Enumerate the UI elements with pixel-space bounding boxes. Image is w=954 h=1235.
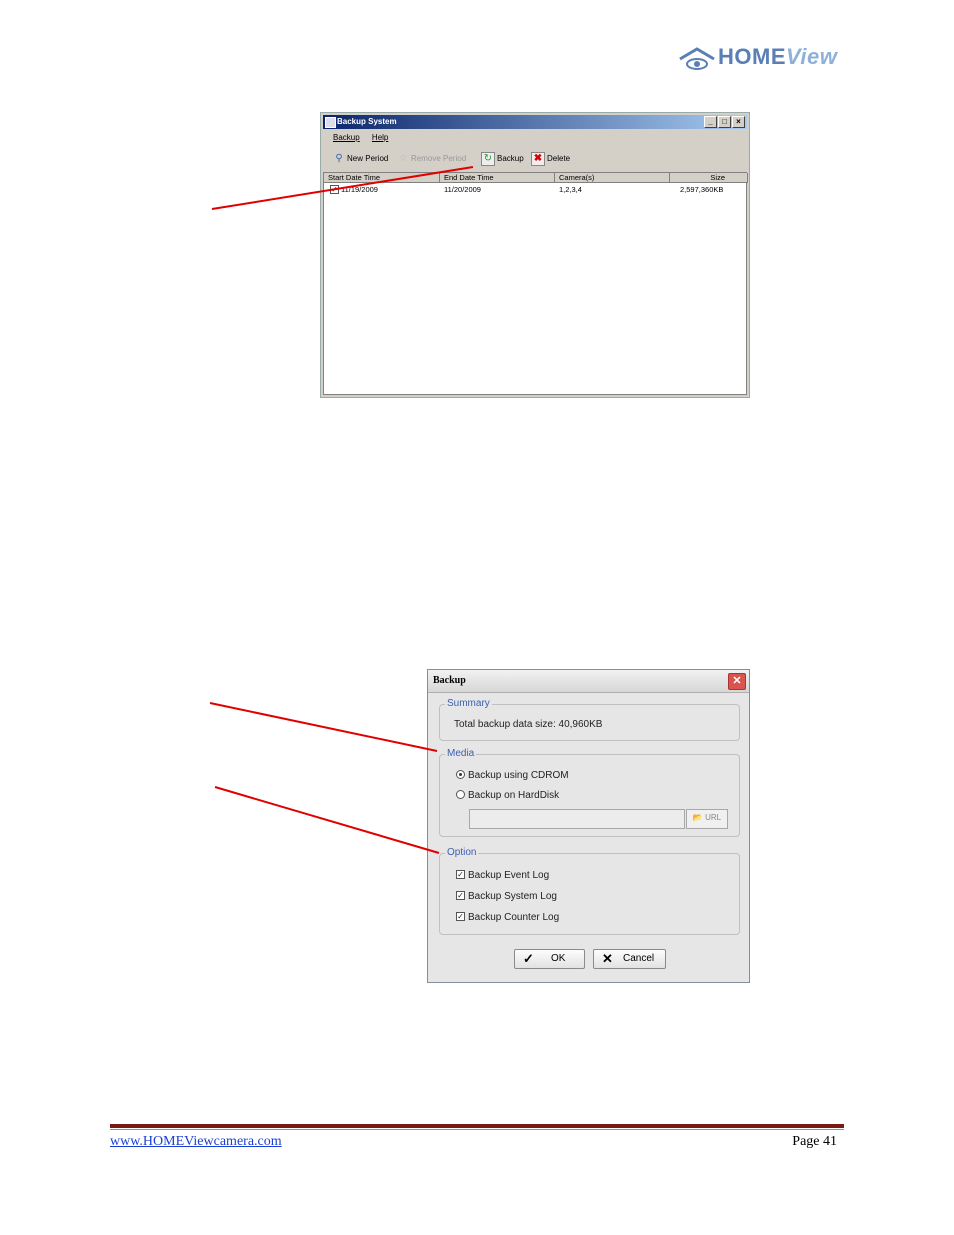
toolbar: ⚲ New Period ☆ Remove Period ↻ Backup ✖ Dele… [323, 147, 747, 171]
new-period-button[interactable]: ⚲ New Period [333, 149, 388, 169]
col-size[interactable]: Size [670, 173, 748, 183]
cdrom-radio[interactable]: Backup using CDROM [456, 769, 569, 782]
event-log-label: Backup Event Log [468, 870, 550, 881]
cell-cameras: 1,2,3,4 [559, 185, 582, 194]
checkmark-icon: ✓ [523, 951, 534, 966]
app-icon [325, 117, 336, 128]
backup-dialog-titlebar: Backup ✕ [428, 670, 749, 693]
checkbox-checked-icon: ✓ [456, 869, 465, 879]
event-log-checkbox[interactable]: ✓ Backup Event Log [456, 869, 550, 882]
backup-dialog: Backup ✕ Summary Total backup data size:… [427, 669, 750, 983]
counter-log-checkbox[interactable]: ✓ Backup Counter Log [456, 911, 560, 924]
menu-backup[interactable]: Backup [333, 133, 360, 142]
callout-line-option [214, 786, 440, 854]
minimize-icon[interactable]: _ [704, 116, 717, 128]
backup-label: Backup [497, 154, 524, 163]
maximize-icon[interactable]: □ [718, 116, 731, 128]
summary-text: Total backup data size: 40,960KB [454, 719, 603, 730]
cancel-label: Cancel [623, 953, 655, 964]
url-button-label: URL [705, 813, 722, 822]
page-number: Page 41 [792, 1134, 837, 1149]
folder-icon: 📂 [692, 813, 703, 822]
cdrom-radio-label: Backup using CDROM [468, 770, 569, 781]
counter-log-label: Backup Counter Log [468, 912, 560, 923]
star-icon: ☆ [398, 152, 408, 164]
homeview-logo: HOMEView [678, 44, 838, 74]
delete-label: Delete [547, 154, 571, 163]
refresh-icon: ↻ [481, 151, 495, 166]
remove-period-label: Remove Period [411, 154, 467, 163]
radio-selected-icon [456, 769, 465, 779]
cell-size: 2,597,360KB [680, 185, 724, 194]
cell-end: 11/20/2009 [444, 185, 481, 194]
radio-icon [456, 789, 465, 799]
menu-help[interactable]: Help [372, 133, 388, 142]
logo-text: HOMEView [718, 44, 837, 70]
option-group: Option ✓ Backup Event Log ✓ Backup System … [439, 847, 740, 935]
checkbox-checked-icon: ✓ [456, 890, 465, 900]
x-icon: ✕ [602, 951, 613, 966]
dialog-title: Backup [433, 675, 466, 686]
backup-button[interactable]: ↻ Backup [481, 149, 524, 169]
media-group: Media Backup using CDROM Backup on HardD… [439, 748, 740, 837]
delete-icon: ✖ [531, 151, 545, 166]
magnifier-icon: ⚲ [335, 152, 343, 164]
close-icon[interactable]: × [732, 116, 745, 128]
harddisk-path-input[interactable] [469, 809, 685, 829]
backup-system-window: Backup System _ □ × Backup Help ⚲ New Per… [320, 112, 750, 398]
checkbox-checked-icon: ✓ [456, 911, 465, 921]
logo-text-bold: HOME [718, 44, 786, 69]
backup-period-list: Start Date Time End Date Time Camera(s) … [323, 172, 748, 395]
col-start-date[interactable]: Start Date Time [324, 173, 440, 183]
option-label: Option [445, 847, 479, 859]
footer-rule-thin [110, 1129, 844, 1130]
harddisk-radio-label: Backup on HardDisk [468, 790, 560, 801]
checkbox-icon: ✓ [330, 184, 339, 194]
new-period-label: New Period [347, 154, 389, 163]
harddisk-radio[interactable]: Backup on HardDisk [456, 789, 560, 802]
system-log-checkbox[interactable]: ✓ Backup System Log [456, 890, 557, 903]
footer-rule [110, 1124, 844, 1128]
cancel-button[interactable]: ✕ Cancel [593, 949, 666, 969]
col-cameras[interactable]: Camera(s) [555, 173, 670, 183]
window-title: Backup System [337, 117, 397, 126]
footer-website-link[interactable]: www.HOMEViewcamera.com [110, 1134, 282, 1150]
col-end-date[interactable]: End Date Time [440, 173, 555, 183]
ok-button[interactable]: ✓ OK [514, 949, 585, 969]
delete-button[interactable]: ✖ Delete [531, 149, 570, 169]
callout-line-media [209, 702, 438, 752]
ok-label: OK [551, 953, 566, 964]
menu-bar: Backup Help [323, 131, 747, 145]
media-label: Media [445, 748, 477, 760]
summary-label: Summary [445, 698, 492, 710]
remove-period-button[interactable]: ☆ Remove Period [397, 149, 467, 169]
house-eye-icon [679, 47, 715, 70]
summary-group: Summary Total backup data size: 40,960KB [439, 698, 740, 741]
url-button[interactable]: 📂 URL [686, 809, 728, 829]
backup-system-titlebar: Backup System _ □ × [323, 115, 747, 129]
close-icon[interactable]: ✕ [728, 673, 746, 690]
cell-start: 11/19/2009 [341, 185, 378, 194]
system-log-label: Backup System Log [468, 891, 557, 902]
logo-text-italic: View [786, 44, 838, 69]
